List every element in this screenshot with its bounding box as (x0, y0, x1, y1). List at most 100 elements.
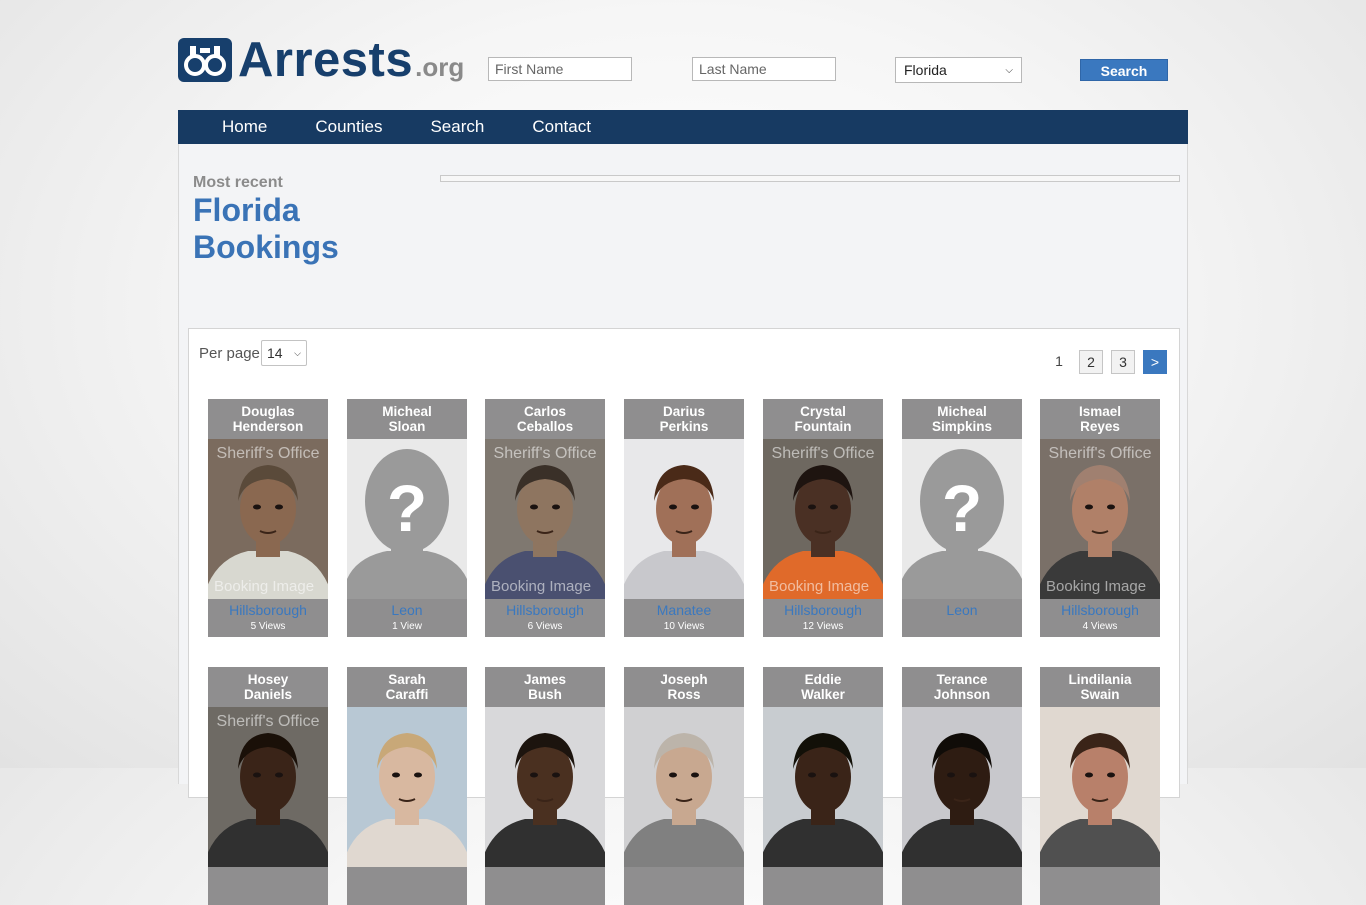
booking-last-name: Daniels (243, 687, 293, 702)
mugshot-photo[interactable]: Sheriff's Office Booking Image (763, 439, 883, 599)
mugshot-photo[interactable]: Sheriff's Office Booking Image (1040, 439, 1160, 599)
mugshot-photo[interactable] (624, 439, 744, 599)
booking-first-name: Darius (662, 404, 706, 419)
booking-last-name: Ceballos (516, 419, 574, 434)
booking-county-link[interactable]: Leon (902, 602, 1022, 618)
booking-last-name: Walker (801, 687, 845, 702)
booking-last-name: Reyes (1080, 419, 1120, 434)
booking-image-watermark: Booking Image (491, 578, 592, 595)
page-title: Florida Bookings (193, 192, 413, 266)
no-photo-placeholder-icon[interactable]: ? (902, 439, 1022, 599)
booking-view-count: 6 Views (527, 621, 563, 632)
booking-county-link[interactable]: Hillsborough (485, 602, 605, 618)
booking-last-name: Ross (667, 687, 701, 702)
booking-name[interactable]: Terance Johnson (902, 667, 1022, 707)
sheriff-watermark: Sheriff's Office (216, 445, 320, 462)
booking-county-link[interactable]: Hillsborough (763, 602, 883, 618)
booking-name[interactable]: Eddie Walker (763, 667, 883, 707)
booking-card[interactable]: Eddie Walker (763, 667, 883, 905)
chevron-down-icon: ⌵ (294, 347, 301, 358)
booking-image-watermark: Booking Image (214, 578, 315, 595)
booking-last-name: Perkins (659, 419, 709, 434)
logo-domain: .org (415, 52, 465, 82)
booking-name[interactable]: Darius Perkins (624, 399, 744, 439)
booking-first-name: Carlos (523, 404, 567, 419)
bookings-listing: Per page 14 ⌵ 1 2 3 > Douglas Henderson Sh… (188, 328, 1180, 905)
booking-card[interactable]: Terance Johnson (902, 667, 1022, 905)
booking-first-name: James (523, 672, 567, 687)
booking-county-link[interactable]: Hillsborough (208, 602, 328, 618)
no-photo-placeholder-icon[interactable]: ? (347, 439, 467, 599)
booking-name[interactable]: Crystal Fountain (763, 399, 883, 439)
booking-view-count: 12 Views (802, 621, 844, 632)
page-link-3[interactable]: 3 (1111, 350, 1135, 374)
booking-card[interactable]: Carlos Ceballos Sheriff's Office Booking Im… (485, 399, 605, 637)
nav-search[interactable]: Search (406, 110, 508, 144)
mugshot-photo[interactable] (347, 707, 467, 867)
booking-last-name: Swain (1080, 687, 1120, 702)
booking-first-name: Eddie (804, 672, 842, 687)
first-name-input[interactable]: First Name (488, 57, 632, 81)
booking-county-link[interactable]: Hillsborough (1040, 602, 1160, 618)
booking-last-name: Johnson (933, 687, 991, 702)
sheriff-watermark: Sheriff's Office (216, 713, 320, 730)
booking-card[interactable]: Lindilania Swain (1040, 667, 1160, 905)
booking-card[interactable]: Douglas Henderson Sheriff's Office Booking … (208, 399, 328, 637)
site-logo[interactable]: Arrests .org (178, 33, 465, 87)
mugshot-photo[interactable] (1040, 707, 1160, 867)
booking-name[interactable]: Ismael Reyes (1040, 399, 1160, 439)
mugshot-photo[interactable]: Sheriff's Office Booking Image (485, 439, 605, 599)
booking-name[interactable]: Carlos Ceballos (485, 399, 605, 439)
content-panel: Most recent Florida Bookings Per page 14… (178, 144, 1188, 905)
booking-card[interactable]: Hosey Daniels Sheriff's Office (208, 667, 328, 905)
booking-view-count: 1 View (392, 621, 422, 632)
mugshot-photo[interactable]: Sheriff's Office (208, 707, 328, 867)
booking-card[interactable]: James Bush (485, 667, 605, 905)
handcuffs-logo-icon (178, 38, 232, 82)
booking-county-link[interactable]: Leon (347, 602, 467, 618)
ad-banner (440, 175, 1180, 182)
per-page-select[interactable]: 14 ⌵ (261, 340, 307, 366)
booking-card[interactable]: Micheal Simpkins? Leon (902, 399, 1022, 637)
booking-card[interactable]: Micheal Sloan? Leon 1 View (347, 399, 467, 637)
mugshot-photo[interactable] (763, 707, 883, 867)
booking-name[interactable]: Micheal Simpkins (902, 399, 1022, 439)
nav-contact[interactable]: Contact (508, 110, 615, 144)
sheriff-watermark: Sheriff's Office (771, 445, 875, 462)
booking-card[interactable]: Sarah Caraffi (347, 667, 467, 905)
state-select-value: Florida (904, 62, 947, 78)
chevron-down-icon: ⌵ (1005, 64, 1013, 76)
page-link-2[interactable]: 2 (1079, 350, 1103, 374)
nav-home[interactable]: Home (178, 110, 291, 144)
booking-first-name: Ismael (1078, 404, 1122, 419)
state-select[interactable]: Florida ⌵ (895, 57, 1022, 83)
booking-card[interactable]: Crystal Fountain Sheriff's Office Booking I… (763, 399, 883, 637)
booking-name[interactable]: Douglas Henderson (208, 399, 328, 439)
mugshot-photo[interactable] (485, 707, 605, 867)
last-name-input[interactable]: Last Name (692, 57, 836, 81)
sheriff-watermark: Sheriff's Office (493, 445, 597, 462)
booking-first-name: Terance (936, 672, 988, 687)
booking-first-name: Lindilania (1068, 672, 1132, 687)
booking-card[interactable]: Darius Perkins Manatee 10 Views (624, 399, 744, 637)
booking-last-name: Bush (528, 687, 562, 702)
svg-text:?: ? (387, 471, 427, 545)
search-button[interactable]: Search (1080, 59, 1168, 81)
booking-county-link[interactable]: Manatee (624, 602, 744, 618)
booking-name[interactable]: Lindilania Swain (1040, 667, 1160, 707)
mugshot-photo[interactable] (624, 707, 744, 867)
booking-name[interactable]: Joseph Ross (624, 667, 744, 707)
logo-wordmark: Arrests (238, 33, 414, 87)
booking-card[interactable]: Ismael Reyes Sheriff's Office Booking Image… (1040, 399, 1160, 637)
nav-counties[interactable]: Counties (291, 110, 406, 144)
booking-name[interactable]: Sarah Caraffi (347, 667, 467, 707)
booking-name[interactable]: Micheal Sloan (347, 399, 467, 439)
booking-name[interactable]: Hosey Daniels (208, 667, 328, 707)
booking-name[interactable]: James Bush (485, 667, 605, 707)
page-current: 1 (1055, 353, 1063, 369)
mugshot-photo[interactable]: Sheriff's Office Booking Image (208, 439, 328, 599)
booking-card[interactable]: Joseph Ross (624, 667, 744, 905)
next-page-button[interactable]: > (1143, 350, 1167, 374)
booking-first-name: Hosey (247, 672, 289, 687)
mugshot-photo[interactable] (902, 707, 1022, 867)
